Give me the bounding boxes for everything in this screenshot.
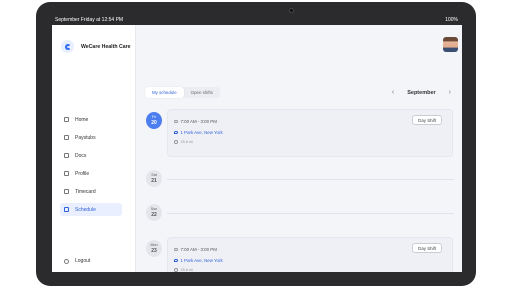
location-pin-icon [174, 258, 178, 263]
brand-name: WeCare Health Care [81, 43, 131, 50]
shift-card[interactable]: 7:00 AM - 3:00 PM 1 Park Ave, New York 2… [167, 237, 453, 272]
wallet-icon [64, 135, 69, 140]
clock-icon [174, 119, 178, 124]
document-icon [64, 153, 69, 158]
chevron-right-icon[interactable]: › [446, 89, 454, 96]
sidebar-item-schedule[interactable]: Schedule [60, 203, 122, 216]
weekday-label: Mon [150, 243, 158, 247]
user-icon [64, 171, 69, 176]
date-badge: Sun 22 [146, 204, 162, 221]
tablet-screen: September Friday at 12:54 PM 100% WeCare… [52, 16, 462, 272]
weekday-label: Fri [151, 115, 157, 119]
shift-location-text: 1 Park Ave, New York [180, 258, 223, 263]
sidebar-item-paystubs[interactable]: Paystubs [60, 131, 122, 144]
weekday-label: Sat [151, 173, 157, 177]
logout-label: Logout [75, 258, 91, 264]
date-badge: Sat 21 [146, 170, 162, 187]
schedule-tabs: My schedule Open shifts [145, 87, 220, 98]
battery-level: 100% [445, 17, 458, 23]
brand: WeCare Health Care [61, 40, 131, 53]
avatar[interactable] [443, 37, 458, 52]
status-datetime: September Friday at 12:54 PM [55, 17, 124, 23]
brand-logo-icon [61, 40, 74, 53]
logout-button[interactable]: Logout [64, 258, 90, 264]
sidebar-item-profile[interactable]: Profile [60, 167, 122, 180]
shift-location[interactable]: 1 Park Ave, New York [174, 130, 223, 135]
shift-time-text: 7:00 AM - 3:00 PM [180, 119, 217, 124]
clock-icon [64, 189, 69, 194]
sidebar-item-label: Home [75, 116, 89, 123]
shift-time: 7:00 AM - 3:00 PM [174, 247, 217, 252]
sidebar-item-label: Schedule [75, 206, 96, 213]
date-badge: Mon 23 [146, 240, 162, 257]
chevron-left-icon[interactable]: ‹ [389, 89, 397, 96]
sidebar-item-label: Timecard [75, 188, 96, 195]
main-content: My schedule Open shifts ‹ September › Fr… [137, 25, 462, 272]
navigation-icon [174, 268, 178, 272]
sidebar-item-timecard[interactable]: Timecard [60, 185, 122, 198]
sidebar: WeCare Health Care Home Paystubs Docs Pr… [52, 25, 136, 272]
shift-distance: 25.8 mi [174, 268, 193, 272]
day-number: 20 [151, 119, 157, 126]
empty-day-divider [167, 213, 454, 214]
home-icon [64, 117, 69, 122]
clock-icon [174, 247, 178, 252]
sidebar-nav: Home Paystubs Docs Profile Timecard Sche… [60, 113, 122, 221]
shift-location-text: 1 Park Ave, New York [180, 130, 223, 135]
shift-distance-text: 25.8 mi [180, 140, 193, 144]
sidebar-item-docs[interactable]: Docs [60, 149, 122, 162]
shift-time-text: 7:00 AM - 3:00 PM [180, 247, 217, 252]
logout-icon [64, 258, 69, 264]
empty-day-divider [167, 179, 454, 180]
date-badge: Fri 20 [146, 112, 162, 129]
day-number: 21 [151, 177, 157, 184]
shift-distance: 25.8 mi [174, 140, 193, 144]
month-navigator: ‹ September › [389, 87, 454, 98]
sidebar-item-label: Docs [75, 152, 87, 159]
shift-time: 7:00 AM - 3:00 PM [174, 119, 217, 124]
shift-location[interactable]: 1 Park Ave, New York [174, 258, 223, 263]
status-bar: September Friday at 12:54 PM 100% [52, 16, 462, 25]
month-label: September [407, 89, 436, 96]
day-number: 22 [151, 211, 157, 218]
tab-open-shifts[interactable]: Open shifts [184, 87, 220, 98]
location-pin-icon [174, 130, 178, 135]
calendar-icon [64, 207, 69, 212]
shift-card[interactable]: 7:00 AM - 3:00 PM 1 Park Ave, New York 2… [167, 109, 453, 157]
tab-my-schedule[interactable]: My schedule [145, 87, 184, 98]
camera-dot [289, 8, 294, 13]
day-shift-button[interactable]: Day Shift [412, 115, 442, 125]
sidebar-item-label: Paystubs [75, 134, 96, 141]
day-shift-button[interactable]: Day Shift [412, 243, 442, 253]
navigation-icon [174, 140, 178, 144]
shift-distance-text: 25.8 mi [180, 268, 193, 272]
day-number: 23 [151, 247, 157, 254]
weekday-label: Sun [150, 207, 158, 211]
sidebar-item-home[interactable]: Home [60, 113, 122, 126]
sidebar-item-label: Profile [75, 170, 90, 177]
